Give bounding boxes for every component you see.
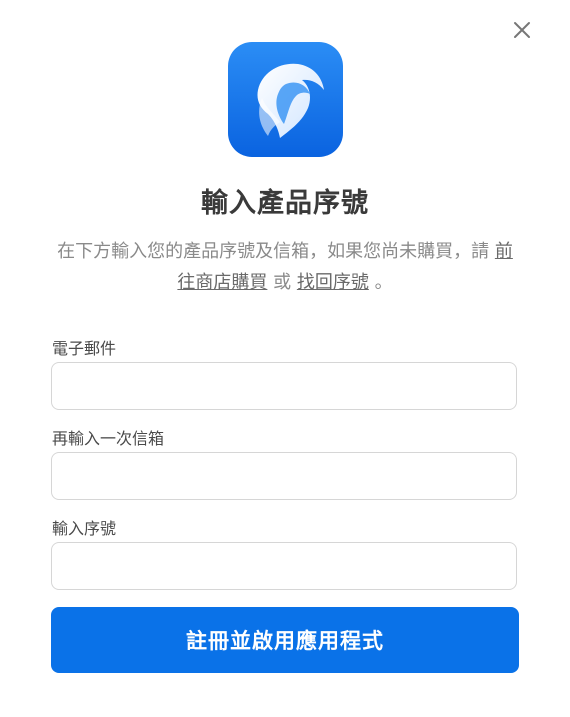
recover-serial-link[interactable]: 找回序號 (297, 272, 369, 293)
serial-label: 輸入序號 (52, 519, 117, 538)
register-dialog: 輸入產品序號 在下方輸入您的產品序號及信箱，如果您尚未購買，請 前往商店購買 或… (0, 0, 570, 717)
serial-number-field[interactable] (51, 542, 517, 590)
description-end: 。 (374, 272, 393, 293)
app-logo-icon (228, 42, 343, 157)
email-field[interactable] (51, 362, 517, 410)
email-label: 電子郵件 (52, 339, 117, 358)
close-button[interactable] (508, 18, 536, 46)
confirm-email-label: 再輸入一次信箱 (52, 429, 165, 448)
dialog-title: 輸入產品序號 (201, 188, 369, 219)
description-text: 在下方輸入您的產品序號及信箱，如果您尚未購買，請 (57, 241, 490, 262)
confirm-email-field[interactable] (51, 452, 517, 500)
description-or: 或 (273, 272, 292, 293)
dialog-description: 在下方輸入您的產品序號及信箱，如果您尚未購買，請 前往商店購買 或 找回序號 。 (55, 236, 515, 298)
close-icon (513, 21, 531, 43)
register-activate-button[interactable]: 註冊並啟用應用程式 (51, 607, 519, 673)
